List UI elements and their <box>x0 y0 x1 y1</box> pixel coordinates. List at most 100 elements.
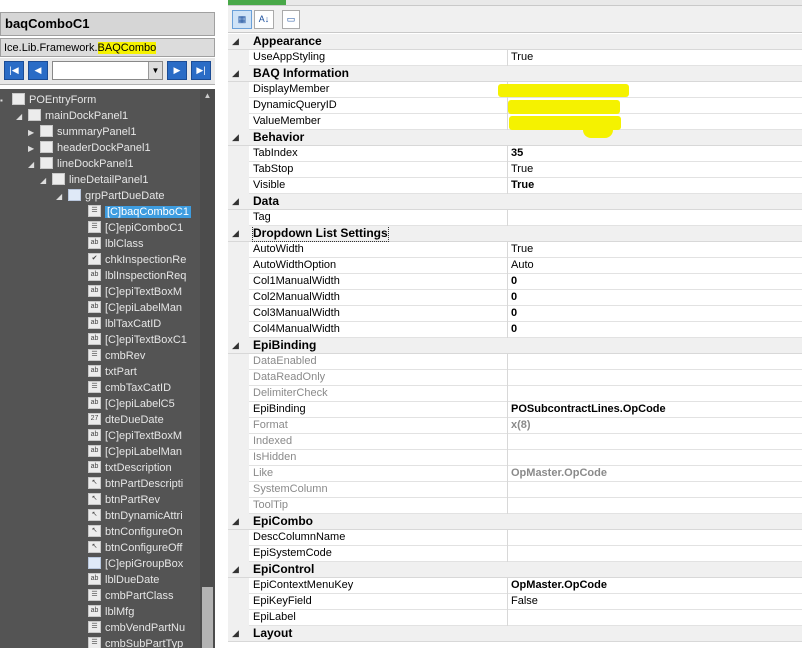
property-value[interactable]: True <box>510 162 802 178</box>
collapse-icon[interactable]: ◢ <box>232 338 239 353</box>
expand-toggle-icon[interactable]: ◢ <box>28 157 40 173</box>
tree-node[interactable]: ☰ cmbSubPartTyp <box>76 636 183 648</box>
tree-node[interactable]: ◢ lineDockPanel1 <box>28 156 133 172</box>
chevron-down-icon[interactable]: ▼ <box>148 62 162 79</box>
expand-toggle-icon[interactable]: ◢ <box>56 189 68 205</box>
property-row[interactable]: EpiContextMenuKey OpMaster.OpCode <box>228 578 802 594</box>
tree-node[interactable]: ab [C]epiLabelMan <box>76 444 182 460</box>
expand-toggle-icon[interactable]: ◢ <box>16 109 28 125</box>
collapse-icon[interactable]: ◢ <box>232 562 239 577</box>
collapse-icon[interactable]: ◢ <box>232 194 239 209</box>
property-row[interactable]: Tag <box>228 210 802 226</box>
category-header[interactable]: ◢ Appearance <box>228 34 802 50</box>
tree-node[interactable]: ☰ [C]baqComboC1 <box>76 204 191 220</box>
property-row[interactable]: ToolTip <box>228 498 802 514</box>
property-row[interactable]: EpiLabel <box>228 610 802 626</box>
tree-node[interactable]: [C]epiGroupBox <box>76 556 183 572</box>
property-value[interactable]: OpMaster.OpCode <box>510 466 802 482</box>
property-value[interactable] <box>510 354 802 370</box>
property-row[interactable]: Col3ManualWidth 0 <box>228 306 802 322</box>
previous-record-icon[interactable]: ◀ <box>28 61 48 80</box>
control-tree[interactable]: ▲ ▪ POEntryForm ◢ mainDockPanel1 ▶ summaryPan… <box>0 89 215 648</box>
property-value[interactable] <box>510 434 802 450</box>
collapse-icon[interactable]: ◢ <box>232 130 239 145</box>
tree-node[interactable]: ↖ btnConfigureOn <box>76 524 183 540</box>
next-record-icon[interactable]: ▶ <box>167 61 187 80</box>
property-value[interactable]: OpMaster.OpCode <box>510 578 802 594</box>
tree-node[interactable]: ☰ cmbTaxCatID <box>76 380 171 396</box>
tree-node[interactable]: ab lblInspectionReq <box>76 268 186 284</box>
tree-node[interactable]: ▶ headerDockPanel1 <box>28 140 151 156</box>
tree-node[interactable]: ab [C]epiTextBoxC1 <box>76 332 187 348</box>
property-value[interactable]: 0 <box>510 306 802 322</box>
property-row[interactable]: SystemColumn <box>228 482 802 498</box>
property-value[interactable]: True <box>510 178 802 194</box>
collapse-icon[interactable]: ◢ <box>232 626 239 641</box>
tree-node[interactable]: ☰ [C]epiComboC1 <box>76 220 183 236</box>
first-record-icon[interactable]: |◀ <box>4 61 24 80</box>
property-row[interactable]: Format x(8) <box>228 418 802 434</box>
tree-node[interactable]: ab txtDescription <box>76 460 172 476</box>
scroll-up-icon[interactable]: ▲ <box>200 91 215 101</box>
tree-node[interactable]: ▪ POEntryForm <box>0 92 96 108</box>
category-header[interactable]: ◢ BAQ Information <box>228 66 802 82</box>
last-record-icon[interactable]: ▶| <box>191 61 211 80</box>
property-row[interactable]: IsHidden <box>228 450 802 466</box>
property-row[interactable]: Visible True <box>228 178 802 194</box>
property-row[interactable]: TabStop True <box>228 162 802 178</box>
property-row[interactable]: EpiSystemCode <box>228 546 802 562</box>
collapse-icon[interactable]: ◢ <box>232 514 239 529</box>
property-value[interactable]: Auto <box>510 258 802 274</box>
property-row[interactable]: Indexed <box>228 434 802 450</box>
categorized-icon[interactable]: ▦ <box>232 10 252 29</box>
tree-node[interactable]: ↖ btnDynamicAttri <box>76 508 183 524</box>
property-row[interactable]: EpiKeyField False <box>228 594 802 610</box>
control-select-combo[interactable]: ▼ <box>52 61 163 80</box>
tree-node[interactable]: ab lblDueDate <box>76 572 159 588</box>
category-header[interactable]: ◢ EpiControl <box>228 562 802 578</box>
tree-node[interactable]: ab [C]epiLabelC5 <box>76 396 175 412</box>
expand-toggle-icon[interactable]: ▪ <box>0 93 12 109</box>
expand-toggle-icon[interactable]: ▶ <box>28 141 40 157</box>
property-row[interactable]: DataEnabled <box>228 354 802 370</box>
expand-toggle-icon[interactable]: ▶ <box>28 125 40 141</box>
tree-node[interactable]: ◢ grpPartDueDate <box>56 188 165 204</box>
category-header[interactable]: ◢ EpiCombo <box>228 514 802 530</box>
tree-node[interactable]: ☰ cmbRev <box>76 348 145 364</box>
property-value[interactable]: x(8) <box>510 418 802 434</box>
property-value[interactable]: 0 <box>510 274 802 290</box>
property-row[interactable]: TabIndex 35 <box>228 146 802 162</box>
tree-scrollbar[interactable]: ▲ <box>200 89 215 648</box>
tree-node[interactable]: ☰ cmbVendPartNu <box>76 620 185 636</box>
category-header[interactable]: ◢ Behavior <box>228 130 802 146</box>
property-value[interactable] <box>510 386 802 402</box>
scrollbar-thumb[interactable] <box>202 587 213 648</box>
tree-node[interactable]: ab lblMfg <box>76 604 134 620</box>
tree-node[interactable]: ab [C]epiLabelMan <box>76 300 182 316</box>
collapse-icon[interactable]: ◢ <box>232 226 239 241</box>
property-pages-icon[interactable]: ▭ <box>282 10 300 29</box>
property-value[interactable] <box>510 210 802 226</box>
collapse-icon[interactable]: ◢ <box>232 66 239 81</box>
collapse-icon[interactable]: ◢ <box>232 34 239 49</box>
alphabetical-sort-icon[interactable]: A↓ <box>254 10 274 29</box>
tree-node[interactable]: ab [C]epiTextBoxM <box>76 284 182 300</box>
category-header[interactable]: ◢ EpiBinding <box>228 338 802 354</box>
tree-node[interactable]: ↖ btnPartRev <box>76 492 160 508</box>
property-row[interactable]: UseAppStyling True <box>228 50 802 66</box>
property-value[interactable] <box>510 450 802 466</box>
tree-node[interactable]: ◢ lineDetailPanel1 <box>40 172 149 188</box>
property-value[interactable]: True <box>510 242 802 258</box>
property-value[interactable]: 0 <box>510 322 802 338</box>
property-value[interactable]: True <box>510 50 802 66</box>
expand-toggle-icon[interactable]: ◢ <box>40 173 52 189</box>
property-row[interactable]: Col1ManualWidth 0 <box>228 274 802 290</box>
property-row[interactable]: AutoWidthOption Auto <box>228 258 802 274</box>
property-value[interactable] <box>510 370 802 386</box>
property-value[interactable] <box>510 482 802 498</box>
category-header[interactable]: ◢ Data <box>228 194 802 210</box>
property-row[interactable]: Like OpMaster.OpCode <box>228 466 802 482</box>
tree-node[interactable]: ✔ chkInspectionRe <box>76 252 186 268</box>
tree-node[interactable]: ab lblClass <box>76 236 144 252</box>
tree-node[interactable]: ab txtPart <box>76 364 137 380</box>
